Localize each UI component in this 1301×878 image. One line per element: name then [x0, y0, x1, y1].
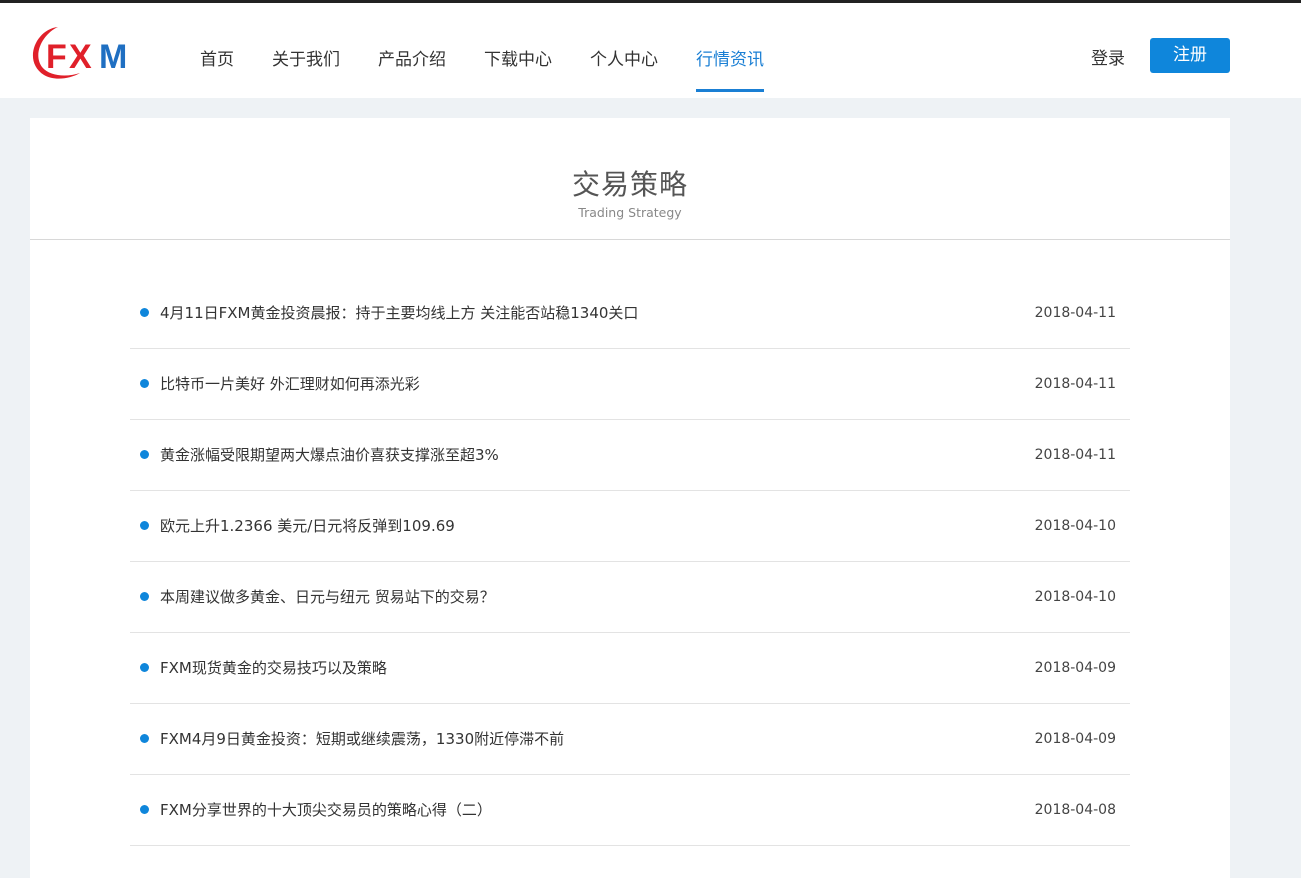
section-subtitle: Trading Strategy — [578, 205, 682, 220]
fxm-logo-graphic: F X M — [32, 27, 127, 79]
logo-letter-f: F — [46, 38, 67, 76]
site-header: F X M 首页 关于我们 产品介绍 下载中心 个人中心 行情资讯 登录 注册 — [0, 3, 1301, 98]
bullet-dot-icon — [140, 805, 149, 814]
article-item[interactable]: 黄金涨幅受限期望两大爆点油价喜获支撑涨至超3% 2018-04-11 — [130, 420, 1130, 491]
logo-letter-x: X — [69, 38, 92, 76]
article-title[interactable]: FXM4月9日黄金投资：短期或继续震荡，1330附近停滞不前 — [160, 728, 564, 750]
bullet-dot-icon — [140, 663, 149, 672]
article-item[interactable]: 比特币一片美好 外汇理财如何再添光彩 2018-04-11 — [130, 349, 1130, 420]
nav-item-about[interactable]: 关于我们 — [272, 46, 340, 86]
article-title[interactable]: 欧元上升1.2366 美元/日元将反弹到109.69 — [160, 515, 455, 537]
article-title[interactable]: 本周建议做多黄金、日元与纽元 贸易站下的交易？ — [160, 586, 495, 608]
nav-item-market-news[interactable]: 行情资讯 — [696, 46, 764, 92]
bullet-dot-icon — [140, 308, 149, 317]
article-date: 2018-04-08 — [1034, 802, 1116, 818]
article-item[interactable]: 本周建议做多黄金、日元与纽元 贸易站下的交易？ 2018-04-10 — [130, 562, 1130, 633]
article-item[interactable]: 4月11日FXM黄金投资晨报：持于主要均线上方 关注能否站稳1340关口 201… — [130, 278, 1130, 349]
article-title[interactable]: 4月11日FXM黄金投资晨报：持于主要均线上方 关注能否站稳1340关口 — [160, 302, 638, 324]
nav-item-products[interactable]: 产品介绍 — [378, 46, 446, 86]
article-title[interactable]: 比特币一片美好 外汇理财如何再添光彩 — [160, 373, 420, 395]
article-title[interactable]: 黄金涨幅受限期望两大爆点油价喜获支撑涨至超3% — [160, 444, 499, 466]
article-list: 4月11日FXM黄金投资晨报：持于主要均线上方 关注能否站稳1340关口 201… — [130, 278, 1130, 846]
bullet-dot-icon — [140, 521, 149, 530]
login-link[interactable]: 登录 — [1091, 45, 1125, 73]
fxm-logo[interactable]: F X M — [28, 21, 138, 85]
content-card: 交易策略 Trading Strategy 4月11日FXM黄金投资晨报：持于主… — [30, 118, 1230, 878]
nav-item-downloads[interactable]: 下载中心 — [484, 46, 552, 86]
logo-letter-m: M — [99, 38, 127, 76]
article-date: 2018-04-10 — [1034, 589, 1116, 605]
nav-item-home[interactable]: 首页 — [200, 46, 234, 86]
main-nav: 首页 关于我们 产品介绍 下载中心 个人中心 行情资讯 — [200, 46, 802, 92]
bullet-dot-icon — [140, 450, 149, 459]
article-date: 2018-04-09 — [1034, 660, 1116, 676]
article-item[interactable]: FXM4月9日黄金投资：短期或继续震荡，1330附近停滞不前 2018-04-0… — [130, 704, 1130, 775]
section-header: 交易策略 Trading Strategy — [30, 118, 1230, 240]
nav-item-account[interactable]: 个人中心 — [590, 46, 658, 86]
article-item[interactable]: FXM现货黄金的交易技巧以及策略 2018-04-09 — [130, 633, 1130, 704]
article-title[interactable]: FXM分享世界的十大顶尖交易员的策略心得（二） — [160, 799, 492, 821]
article-item[interactable]: FXM分享世界的十大顶尖交易员的策略心得（二） 2018-04-08 — [130, 775, 1130, 846]
article-date: 2018-04-11 — [1034, 376, 1116, 392]
article-item[interactable]: 欧元上升1.2366 美元/日元将反弹到109.69 2018-04-10 — [130, 491, 1130, 562]
article-date: 2018-04-11 — [1034, 305, 1116, 321]
bullet-dot-icon — [140, 734, 149, 743]
article-date: 2018-04-11 — [1034, 447, 1116, 463]
register-button[interactable]: 注册 — [1150, 38, 1230, 73]
bullet-dot-icon — [140, 592, 149, 601]
article-date: 2018-04-10 — [1034, 518, 1116, 534]
section-title: 交易策略 — [571, 168, 688, 201]
article-title[interactable]: FXM现货黄金的交易技巧以及策略 — [160, 657, 387, 679]
article-date: 2018-04-09 — [1034, 731, 1116, 747]
bullet-dot-icon — [140, 379, 149, 388]
